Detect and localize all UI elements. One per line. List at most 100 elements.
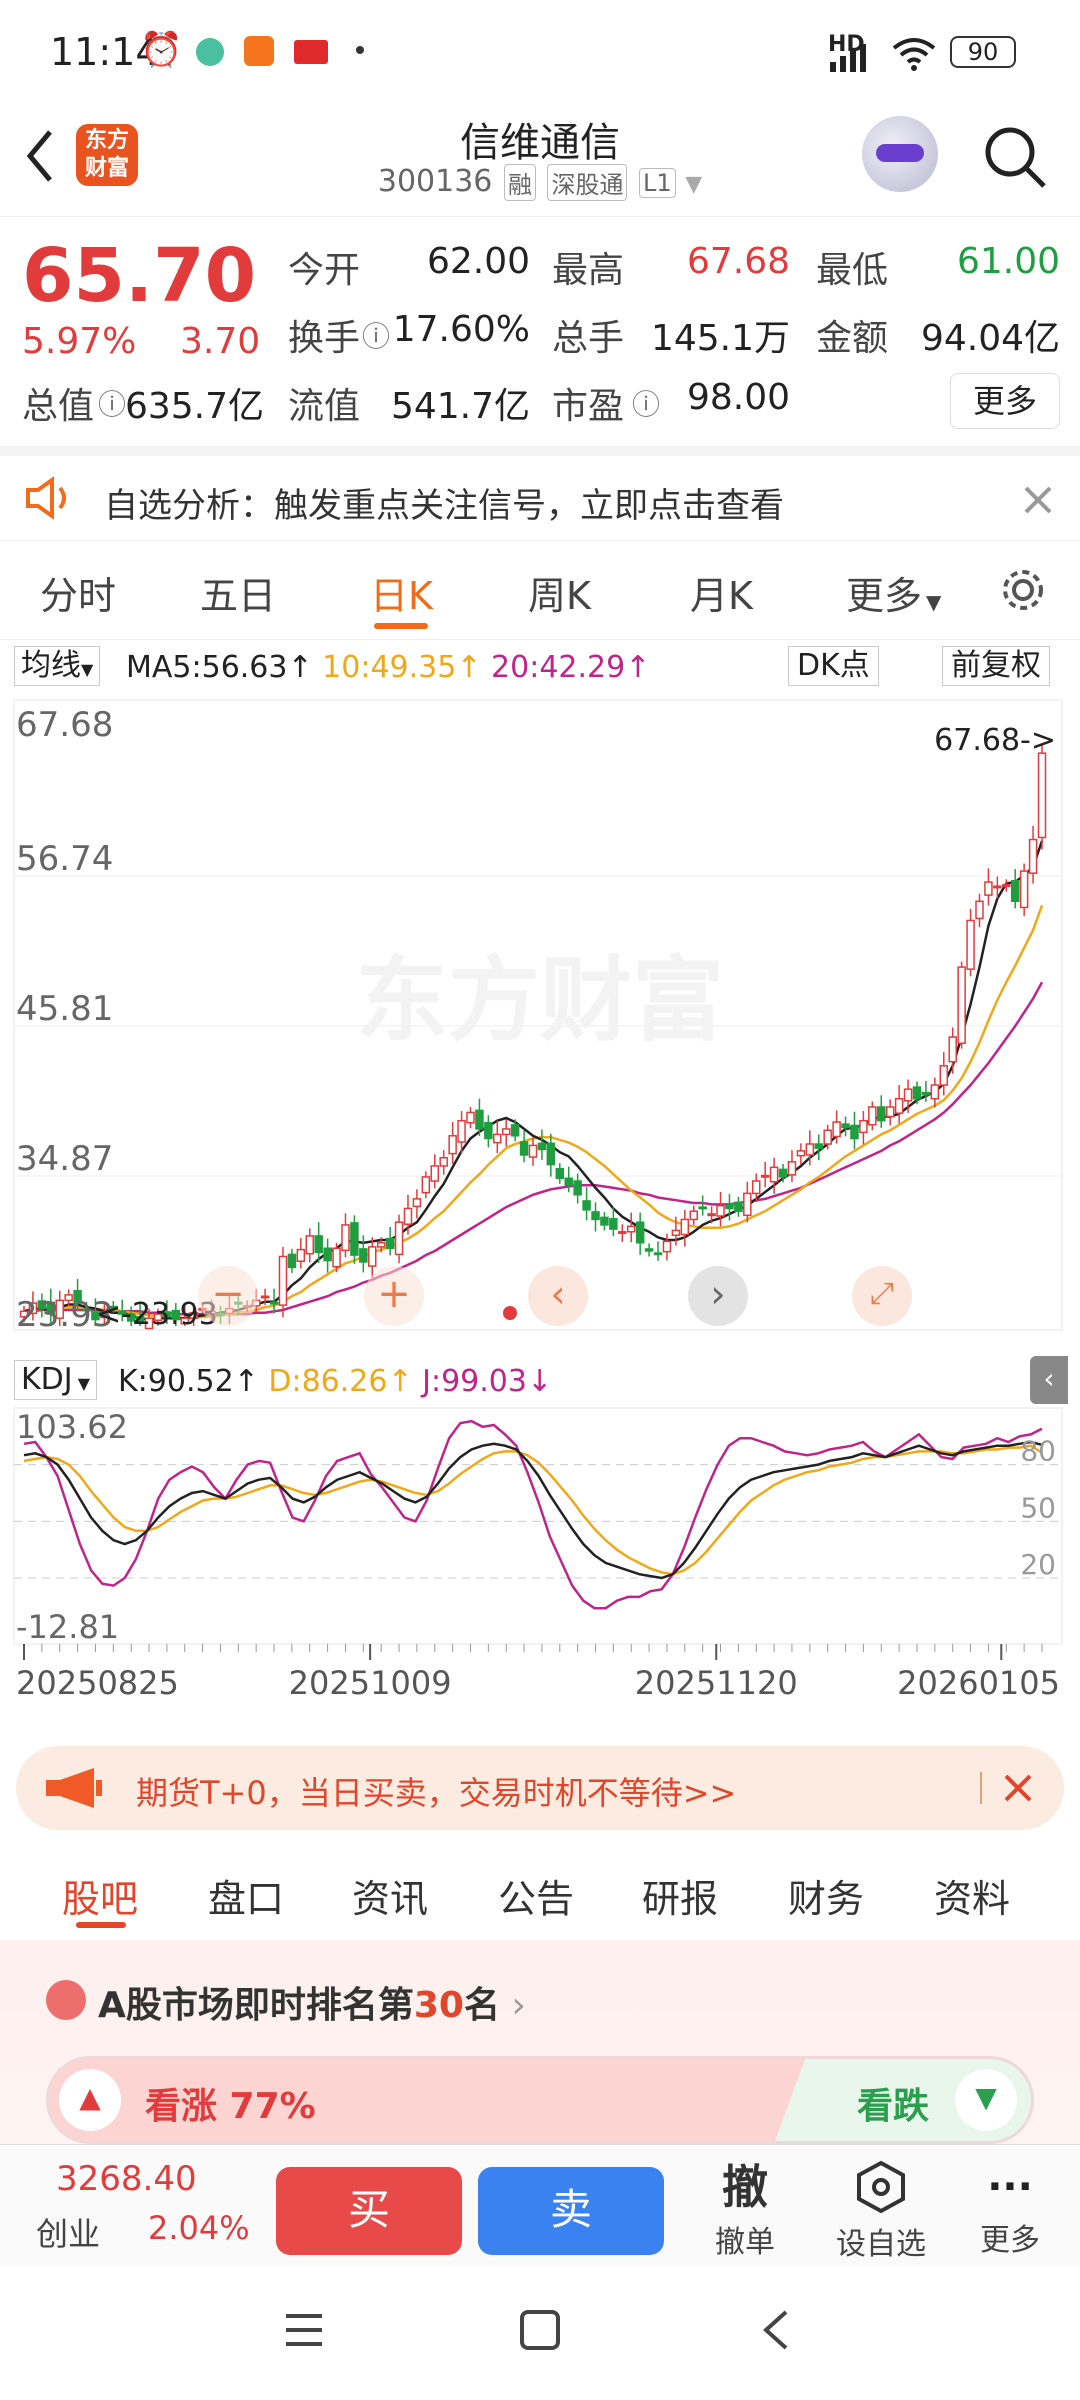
tab-5day[interactable]: 五日: [200, 565, 276, 620]
bull-label: 看涨 77%: [145, 2086, 316, 2127]
candle-body: [609, 1218, 618, 1230]
float-value: 541.7亿: [390, 386, 530, 427]
bull-icon[interactable]: ▲: [59, 2069, 121, 2131]
index-name: 创业: [36, 2215, 101, 2253]
home-icon[interactable]: [518, 2308, 562, 2352]
kdj-tick-label: 20: [1020, 1548, 1056, 1581]
candle-body: [689, 1210, 698, 1221]
back-nav-icon[interactable]: [756, 2308, 796, 2352]
candle-body: [939, 1065, 949, 1086]
candle-body: [671, 1229, 681, 1236]
kdj-tick-label: 50: [1020, 1491, 1056, 1524]
tab-more[interactable]: 更多 ▼: [846, 565, 941, 620]
candle-body: [376, 1242, 386, 1248]
more-button[interactable]: 更多: [950, 373, 1060, 429]
pe-value: 98.00: [686, 377, 790, 418]
battery-level: 90: [967, 38, 999, 66]
candle-body: [957, 966, 966, 1044]
notice-banner[interactable]: 自选分析：触发重点关注信号，立即点击查看: [0, 446, 1080, 540]
sell-button[interactable]: 卖: [478, 2167, 664, 2255]
sentiment-bar[interactable]: ▲ 看涨 77% 看跌 ▼: [46, 2056, 1034, 2144]
candle-body: [368, 1246, 377, 1267]
chart-nav-next-button[interactable]: ›: [688, 1266, 748, 1326]
candle-body: [716, 1204, 725, 1217]
candle-body: [493, 1133, 502, 1144]
high-value: 67.68: [686, 241, 790, 282]
buy-button[interactable]: 买: [276, 2167, 462, 2255]
candle-body: [841, 1123, 850, 1129]
tab-weekly[interactable]: 周K: [528, 565, 591, 620]
tab-forum[interactable]: 股吧: [62, 1868, 138, 1923]
candle-body: [832, 1121, 841, 1138]
index-value[interactable]: 3268.40: [56, 2159, 197, 2199]
tab-announcements[interactable]: 公告: [498, 1868, 574, 1923]
k-line: [23, 1440, 1043, 1580]
price-tick-label: 67.68: [16, 705, 113, 745]
trade-bar: 3268.40 创业 2.04% 买 卖 撤 撤单 设自选 ··· 更多: [0, 2144, 1080, 2266]
candle-body: [948, 1036, 957, 1063]
max-price-label: 67.68->: [934, 723, 1056, 758]
candle-body: [734, 1201, 743, 1212]
rank-prefix: A股市场即时排名第: [98, 1985, 414, 2026]
speaker-icon: [26, 476, 66, 520]
kline-chart[interactable]: 均线▼ MA5:56.63↑ 10:49.35↑ 20:42.29↑ DK点 前…: [0, 640, 1080, 1720]
candle-body: [894, 1098, 904, 1114]
tab-orderbook[interactable]: 盘口: [208, 1868, 284, 1923]
candle-body: [448, 1135, 457, 1155]
close-icon[interactable]: [1002, 1772, 1034, 1804]
cancel-order-button[interactable]: 撤 撤单: [700, 2151, 790, 2261]
candle-body: [1037, 752, 1047, 839]
candle-body: [305, 1235, 315, 1255]
low-label: 最低: [816, 250, 889, 291]
chevron-right-icon: ›: [500, 1985, 526, 2026]
cancel-icon: 撤: [722, 2160, 768, 2214]
watch-label: 设自选: [836, 2227, 926, 2262]
menu-icon[interactable]: [284, 2310, 324, 2350]
tab-profile[interactable]: 资料: [934, 1868, 1010, 1923]
tab-monthly[interactable]: 月K: [690, 565, 753, 620]
candle-body: [769, 1166, 779, 1183]
change-percent: 5.97%: [22, 321, 137, 362]
more-menu-button[interactable]: ··· 更多: [960, 2159, 1060, 2259]
quote-panel: 65.70 5.97% 3.70 今开 62.00 最高 67.68 最低 61…: [0, 216, 1080, 446]
robot-avatar[interactable]: [862, 116, 938, 192]
add-watchlist-button[interactable]: 设自选: [826, 2159, 936, 2263]
volume-label: 总手: [552, 318, 625, 359]
ad-banner[interactable]: 期货T+0，当日买卖，交易时机不等待>>: [16, 1746, 1064, 1830]
bear-icon[interactable]: ▼: [955, 2069, 1017, 2131]
candle-body: [466, 1111, 475, 1124]
news-icon: [294, 40, 328, 64]
rank-section[interactable]: A股市场即时排名第30名 › ▲ 看涨 77% 看跌 ▼: [0, 1940, 1080, 2144]
tab-intraday[interactable]: 分时: [40, 565, 116, 620]
tab-financials[interactable]: 财务: [788, 1868, 864, 1923]
chart-zoom-in-button[interactable]: +: [364, 1266, 424, 1326]
tab-daily[interactable]: 日K: [370, 565, 433, 620]
candle-body: [582, 1200, 591, 1211]
search-icon[interactable]: [980, 122, 1050, 192]
candle-body: [787, 1161, 797, 1176]
tag-margin: 融: [503, 164, 536, 201]
kdj-tick-label: 103.62: [16, 1408, 128, 1446]
alarm-icon: ⏰: [140, 30, 183, 70]
stock-code: 300136: [377, 164, 493, 199]
tab-research[interactable]: 研报: [642, 1868, 718, 1923]
candle-body: [269, 1301, 279, 1305]
chart-zoom-out-button[interactable]: −: [198, 1266, 258, 1326]
index-change: 2.04%: [148, 2209, 250, 2247]
fullscreen-button[interactable]: ⤢: [852, 1266, 912, 1326]
rank-number: 30: [413, 1985, 464, 2026]
open-value: 62.00: [426, 241, 530, 282]
watermark: 东方财富: [356, 950, 724, 1052]
candle-body: [519, 1141, 529, 1156]
settings-gear-icon[interactable]: [998, 565, 1048, 615]
close-icon[interactable]: [1022, 484, 1054, 516]
candle-body: [680, 1218, 690, 1236]
wifi-icon: [892, 38, 936, 71]
candle-body: [323, 1247, 332, 1262]
tab-news[interactable]: 资讯: [352, 1868, 428, 1923]
page-dot: [503, 1306, 517, 1320]
amount-label: 金额: [816, 318, 889, 359]
candle-body: [814, 1143, 824, 1149]
chart-nav-prev-button[interactable]: ‹: [528, 1266, 588, 1326]
high-label: 最高: [552, 250, 625, 291]
